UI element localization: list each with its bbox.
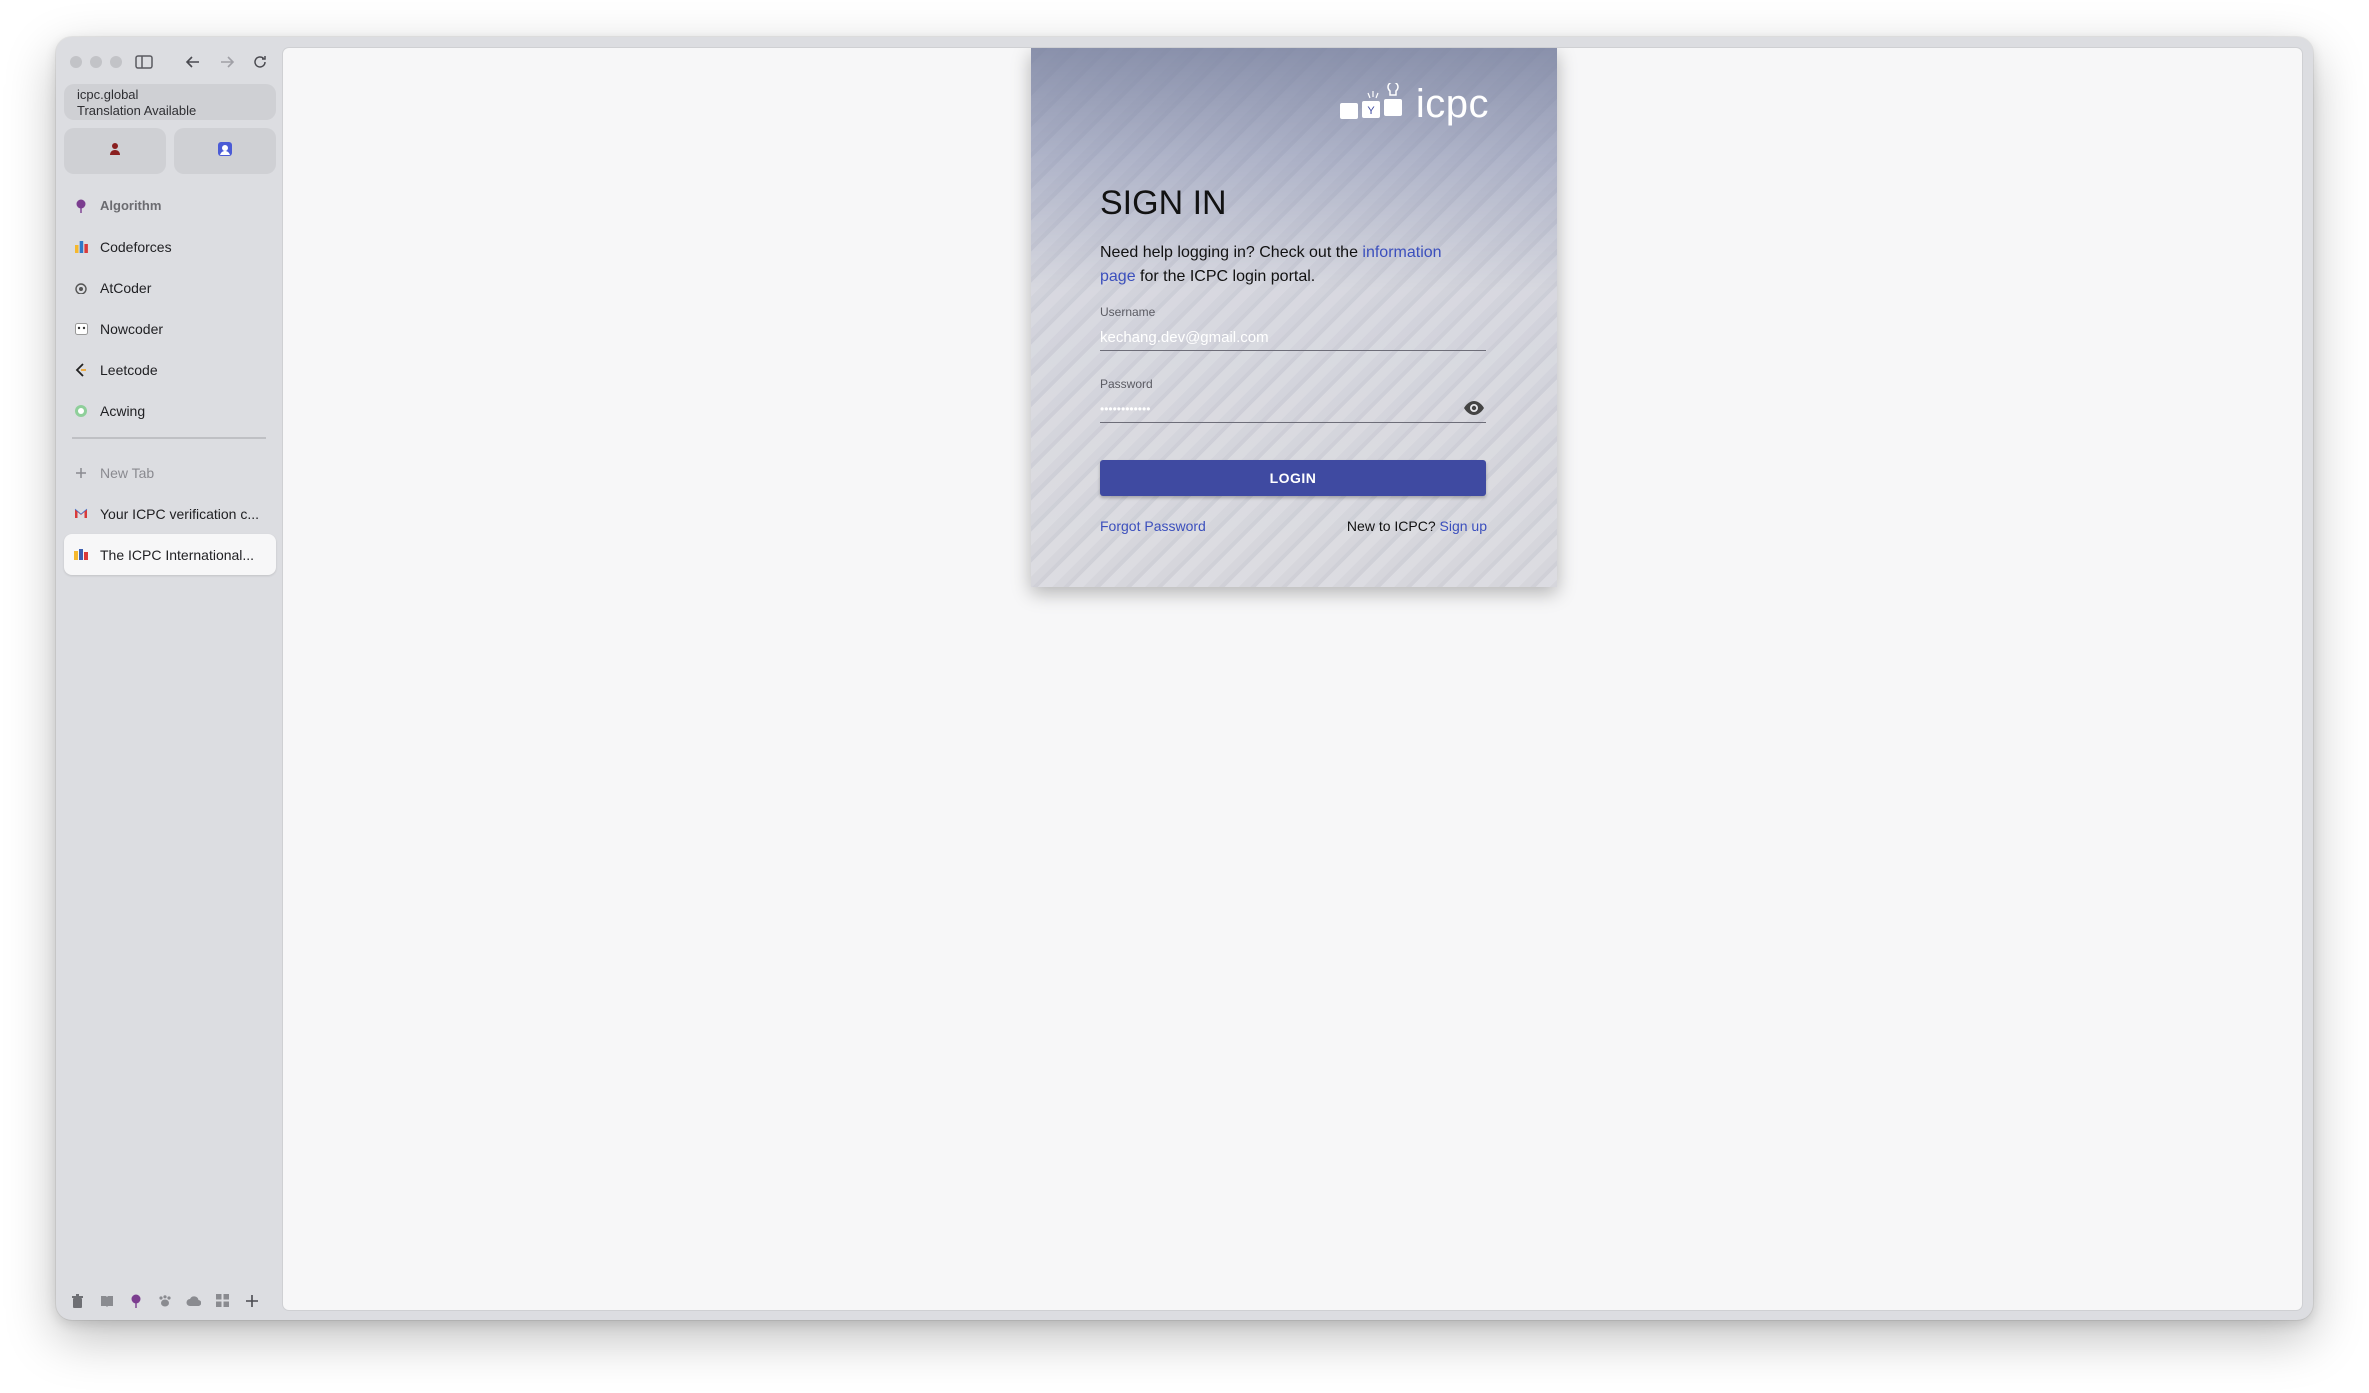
reload-icon[interactable] (246, 48, 274, 76)
plus-icon (74, 466, 88, 480)
app-icon (217, 141, 233, 162)
address-domain: icpc.global (77, 87, 139, 102)
grid-icon[interactable] (215, 1293, 230, 1308)
favorite-folder-algorithm[interactable]: Algorithm (64, 185, 276, 226)
tab-icpc[interactable]: The ICPC International... (64, 534, 276, 575)
close-window-button[interactable] (70, 56, 82, 68)
sidebar-divider (72, 437, 266, 439)
favorite-acwing[interactable]: Acwing (64, 390, 276, 431)
page-content: Y icpc SIGN IN Need help logging in? Che… (283, 48, 2302, 1310)
signin-card: Y icpc SIGN IN Need help logging in? Che… (1031, 48, 1557, 587)
new-tab-button[interactable]: New Tab (64, 452, 276, 493)
pinned-tab-profile[interactable] (64, 128, 166, 174)
help-suffix: for the ICPC login portal. (1135, 268, 1316, 285)
new-tab-label: New Tab (100, 464, 155, 481)
sidebar: icpc.global Translation Available Algori… (56, 37, 282, 1320)
back-icon[interactable] (179, 48, 207, 76)
username-field[interactable] (1100, 324, 1486, 351)
gmail-icon (74, 507, 88, 521)
zoom-window-button[interactable] (110, 56, 122, 68)
favorite-nowcoder[interactable]: Nowcoder (64, 308, 276, 349)
icpc-icon (74, 548, 88, 562)
favorite-atcoder[interactable]: AtCoder (64, 267, 276, 308)
username-label: Username (1100, 305, 1156, 319)
forgot-password-link[interactable]: Forgot Password (1100, 518, 1206, 534)
forward-icon[interactable] (213, 48, 241, 76)
tab-list: New Tab Your ICPC verification c... The … (64, 452, 276, 575)
logo-text: icpc (1415, 82, 1489, 126)
show-password-icon[interactable] (1463, 400, 1485, 416)
favorite-label: Leetcode (100, 361, 158, 378)
favorite-label: AtCoder (100, 279, 152, 296)
login-button[interactable]: LOGIN (1100, 460, 1486, 496)
cloud-icon[interactable] (186, 1293, 201, 1308)
pin-icon[interactable] (128, 1293, 143, 1308)
paw-icon[interactable] (157, 1293, 172, 1308)
favorite-label: Nowcoder (100, 320, 164, 337)
tab-gmail[interactable]: Your ICPC verification c... (64, 493, 276, 534)
favorites-list: Algorithm Codeforces AtCoder Nowcoder Le… (64, 185, 276, 431)
window-controls (70, 56, 122, 68)
minimize-window-button[interactable] (90, 56, 102, 68)
password-underline (1100, 422, 1486, 423)
sidebar-bottom-bar (70, 1293, 259, 1308)
book-icon[interactable] (99, 1293, 114, 1308)
svg-text:Y: Y (1367, 105, 1375, 117)
signup-prompt: New to ICPC? (1346, 518, 1436, 534)
icpc-logo-icon: Y (1339, 82, 1402, 119)
translation-status[interactable]: Translation Available (77, 103, 276, 119)
browser-window: icpc.global Translation Available Algori… (56, 37, 2313, 1320)
page-title: SIGN IN (1100, 184, 1227, 222)
signup-link[interactable]: Sign up (1440, 518, 1487, 534)
pinned-tab-app[interactable] (174, 128, 276, 174)
address-bar[interactable]: icpc.global Translation Available (64, 84, 276, 120)
signup-row: New to ICPC? Sign up (1347, 518, 1487, 534)
password-field[interactable] (1100, 396, 1460, 423)
pin-icon (74, 199, 88, 213)
help-text: Need help logging in? Check out the info… (1100, 241, 1470, 289)
favorite-codeforces[interactable]: Codeforces (64, 226, 276, 267)
favorite-label: Algorithm (100, 198, 162, 213)
favorite-leetcode[interactable]: Leetcode (64, 349, 276, 390)
tab-label: Your ICPC verification c... (100, 505, 259, 522)
icpc-logo: Y icpc (1338, 82, 1489, 127)
pinned-tabs (64, 128, 276, 174)
favorite-label: Codeforces (100, 238, 172, 255)
person-icon (109, 142, 121, 160)
atcoder-icon (74, 281, 88, 295)
trash-icon[interactable] (70, 1293, 85, 1308)
favorite-label: Acwing (100, 402, 146, 419)
nowcoder-icon (74, 322, 88, 336)
tab-label: The ICPC International... (100, 546, 255, 563)
sidebar-toggle-icon[interactable] (130, 48, 158, 76)
codeforces-icon (74, 240, 88, 254)
leetcode-icon (74, 362, 88, 377)
password-label: Password (1100, 377, 1153, 391)
add-icon[interactable] (244, 1293, 259, 1308)
acwing-icon (74, 404, 88, 418)
help-prefix: Need help logging in? Check out the (1100, 244, 1363, 261)
